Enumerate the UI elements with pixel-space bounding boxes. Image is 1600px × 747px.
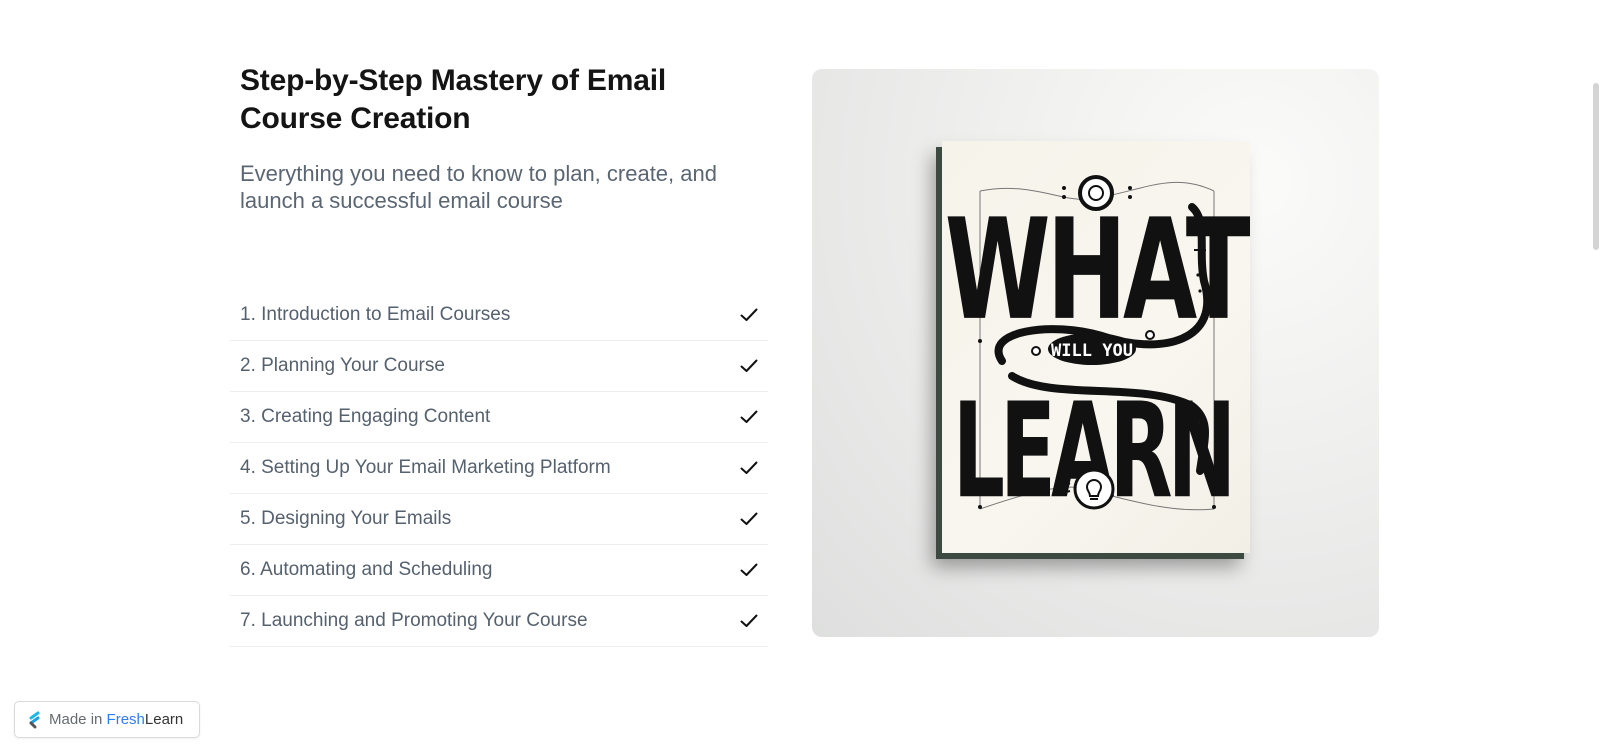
scrollbar-thumb[interactable] [1593,83,1599,250]
lesson-label: 6. Automating and Scheduling [240,559,493,580]
check-icon [738,457,760,479]
lesson-item[interactable]: 5. Designing Your Emails [230,494,768,545]
poster-text-middle: WILL YOU [1051,341,1133,361]
check-icon [738,355,760,377]
course-hero-image: WHAT WILL YOU LEARN [812,69,1379,637]
freshlearn-logo-icon [29,711,40,728]
badge-brand-learn: Learn [144,711,184,728]
made-in-freshlearn-badge[interactable]: Made in Fresh Learn [14,701,200,738]
page-scrollbar[interactable] [1592,0,1600,747]
lesson-label: 3. Creating Engaging Content [240,406,491,427]
lesson-item[interactable]: 6. Automating and Scheduling [230,545,768,596]
course-title: Step-by-Step Mastery of Email Course Cre… [240,64,666,135]
course-page: Step-by-Step Mastery of Email Course Cre… [0,0,1600,747]
check-icon [738,304,760,326]
check-icon [738,508,760,530]
lesson-item[interactable]: 2. Planning Your Course [230,341,768,392]
lesson-item[interactable]: 3. Creating Engaging Content [230,392,768,443]
lesson-label: 5. Designing Your Emails [240,508,452,529]
lesson-item[interactable]: 4. Setting Up Your Email Marketing Platf… [230,443,768,494]
lesson-label: 7. Launching and Promoting Your Course [240,610,588,631]
poster-book: WHAT WILL YOU LEARN [942,141,1250,553]
check-icon [738,559,760,581]
check-icon [738,610,760,632]
lesson-label: 2. Planning Your Course [240,355,445,376]
lesson-list: 1. Introduction to Email Courses 2. Plan… [230,290,768,647]
lesson-item[interactable]: 1. Introduction to Email Courses [230,290,768,341]
poster-artwork: WHAT WILL YOU LEARN [945,175,1250,527]
course-subtitle: Everything you need to know to plan, cre… [240,161,717,213]
course-header: Step-by-Step Mastery of Email Course Cre… [240,62,768,214]
badge-brand-fresh: Fresh [106,711,145,728]
lesson-label: 1. Introduction to Email Courses [240,304,511,325]
badge-prefix: Made in [49,711,107,728]
check-icon [738,406,760,428]
lesson-item[interactable]: 7. Launching and Promoting Your Course [230,596,768,647]
lesson-label: 4. Setting Up Your Email Marketing Platf… [240,457,611,478]
poster-text-top: WHAT [945,190,1250,352]
